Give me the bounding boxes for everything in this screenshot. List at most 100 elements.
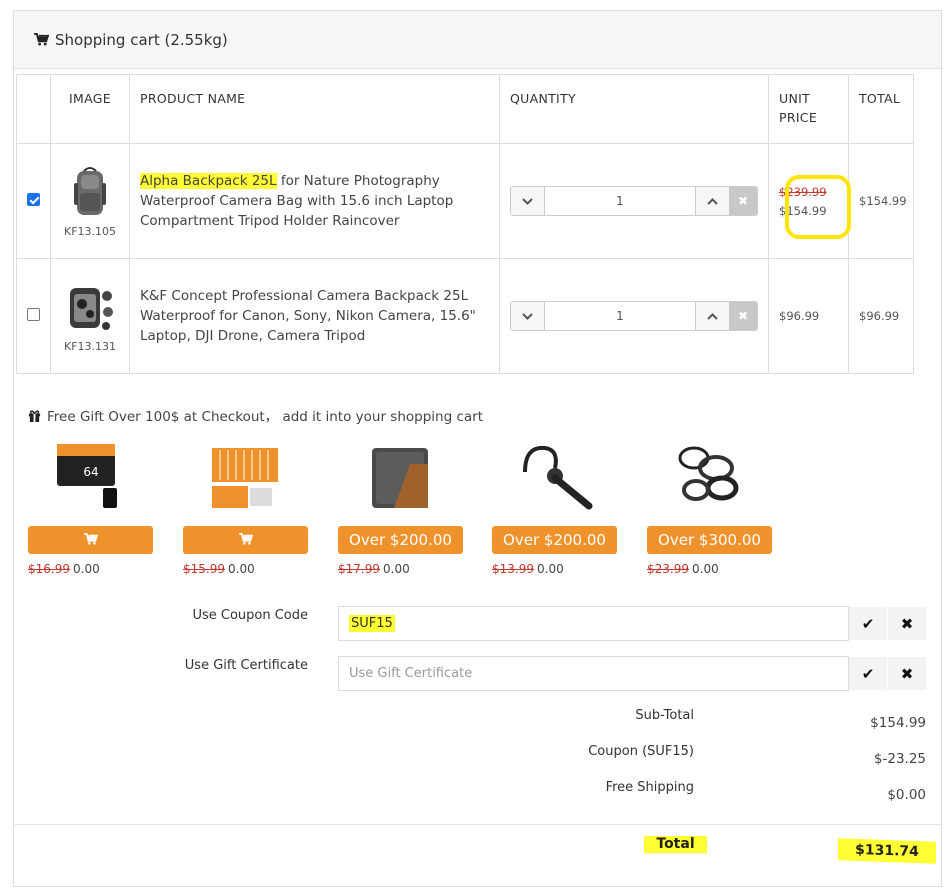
product-sku: KF13.131 [63, 339, 117, 353]
gift-price: $17.99 0.00 [338, 562, 410, 576]
quantity-input[interactable]: 1 [545, 187, 695, 215]
gift-item: Over $200.00 $13.99 0.00 [492, 436, 617, 576]
cart-table: IMAGE PRODUCT NAME QUANTITY UNIT PRICE T… [16, 74, 914, 374]
gift-price: $16.99 0.00 [28, 562, 100, 576]
gift-new-price: 0.00 [692, 562, 719, 576]
col-select [16, 74, 51, 144]
decrease-button[interactable] [511, 302, 545, 330]
increase-button[interactable] [695, 187, 729, 215]
select-checkbox[interactable] [27, 307, 40, 321]
gift-old-price: $16.99 [28, 562, 70, 576]
col-unit-price: UNIT PRICE [768, 74, 849, 144]
backpack-image[interactable] [62, 165, 118, 221]
coupon-label: Use Coupon Code [192, 608, 308, 623]
summary-divider [13, 824, 942, 825]
headset-image [492, 436, 617, 518]
remove-button[interactable]: ✖ [729, 302, 757, 330]
close-icon: ✖ [737, 309, 749, 323]
total-value: $131.74 [838, 838, 936, 864]
table-row: KF13.131 K&F Concept Professional Camera… [16, 258, 914, 374]
table-header-row: IMAGE PRODUCT NAME QUANTITY UNIT PRICE T… [16, 74, 914, 144]
col-total: TOTAL [848, 74, 914, 144]
chevron-up-icon [707, 308, 718, 324]
quantity-stepper: 1 ✖ [510, 301, 758, 331]
gift-item: 64 $16.99 0.00 [28, 436, 153, 576]
gift-old-price: $15.99 [183, 562, 225, 576]
apply-gift-cert-button[interactable]: ✔ [849, 657, 887, 690]
close-icon: ✖ [900, 664, 914, 683]
add-gift-button[interactable] [183, 526, 308, 554]
quantity-stepper: 1 ✖ [510, 186, 758, 216]
shipping-value: $0.00 [887, 787, 926, 803]
gift-item: $15.99 0.00 [183, 436, 308, 576]
coupon-discount-value: $-23.25 [873, 751, 926, 767]
gift-icon [28, 409, 41, 422]
camera-backpack-image[interactable] [62, 280, 118, 336]
row-total: $154.99 [848, 143, 914, 259]
decrease-button[interactable] [511, 187, 545, 215]
cart-header: Shopping cart (2.55kg) [14, 11, 941, 69]
gift-threshold-button[interactable]: Over $300.00 [647, 526, 772, 554]
gift-item: Over $300.00 $23.99 0.00 [647, 436, 772, 576]
highlight-circle [785, 175, 851, 239]
apply-coupon-button[interactable]: ✔ [849, 607, 887, 640]
product-sku: KF13.105 [63, 224, 117, 238]
cart-icon [83, 531, 98, 549]
gift-old-price: $13.99 [492, 562, 534, 576]
free-gift-title: Free Gift Over 100$ at Checkout， add it … [28, 405, 483, 425]
gift-new-price: 0.00 [228, 562, 255, 576]
increase-button[interactable] [695, 302, 729, 330]
close-icon: ✖ [900, 614, 914, 633]
product-name[interactable]: Alpha Backpack 25L for Nature Photograph… [129, 143, 500, 259]
cleaning-kit-image [183, 436, 308, 518]
gift-old-price: $23.99 [647, 562, 689, 576]
gift-price: $13.99 0.00 [492, 562, 564, 576]
table-row: KF13.105 Alpha Backpack 25L for Nature P… [16, 143, 914, 259]
chevron-up-icon [707, 193, 718, 209]
gift-price: $23.99 0.00 [647, 562, 719, 576]
gift-threshold-button[interactable]: Over $200.00 [492, 526, 617, 554]
chevron-down-icon [522, 193, 533, 209]
add-gift-button[interactable] [28, 526, 153, 554]
gift-new-price: 0.00 [537, 562, 564, 576]
coupon-input[interactable]: SUF15 [338, 606, 849, 641]
gift-price: $15.99 0.00 [183, 562, 255, 576]
gift-old-price: $17.99 [338, 562, 380, 576]
gift-new-price: 0.00 [73, 562, 100, 576]
subtotal-value: $154.99 [870, 715, 926, 731]
col-image: IMAGE [50, 74, 130, 144]
cart-icon [238, 531, 253, 549]
check-icon: ✔ [861, 614, 875, 633]
gift-threshold-button[interactable]: Over $200.00 [338, 526, 463, 554]
gift-cert-input[interactable]: Use Gift Certificate [338, 656, 849, 691]
remove-button[interactable]: ✖ [729, 187, 757, 215]
coupon-discount-label: Coupon (SUF15) [588, 744, 694, 759]
cart-icon [34, 33, 49, 46]
select-checkbox[interactable] [27, 192, 40, 206]
product-name[interactable]: K&F Concept Professional Camera Backpack… [129, 258, 500, 374]
gift-new-price: 0.00 [383, 562, 410, 576]
col-quantity: QUANTITY [499, 74, 769, 144]
close-icon: ✖ [737, 194, 749, 208]
filter-wallet-image [338, 436, 463, 518]
total-label: Total [644, 836, 707, 853]
clear-gift-cert-button[interactable]: ✖ [888, 657, 926, 690]
coupon-code-value: SUF15 [349, 615, 395, 632]
filter-rings-image [647, 436, 772, 518]
unit-price: $96.99 [768, 258, 849, 374]
clear-coupon-button[interactable]: ✖ [888, 607, 926, 640]
gift-item: Over $200.00 $17.99 0.00 [338, 436, 463, 576]
quantity-input[interactable]: 1 [545, 302, 695, 330]
chevron-down-icon [522, 308, 533, 324]
sd-card-image: 64 [28, 436, 153, 518]
subtotal-label: Sub-Total [635, 708, 694, 723]
cart-title: Shopping cart (2.55kg) [55, 30, 228, 49]
free-gift-title-text: Free Gift Over 100$ at Checkout， add it … [47, 409, 483, 425]
product-name-highlight: Alpha Backpack 25L [140, 173, 277, 189]
gift-cert-label: Use Gift Certificate [184, 658, 308, 673]
svg-text:64: 64 [83, 465, 98, 479]
shipping-label: Free Shipping [605, 780, 694, 795]
col-product-name: PRODUCT NAME [129, 74, 500, 144]
row-total: $96.99 [848, 258, 914, 374]
check-icon: ✔ [861, 664, 875, 683]
